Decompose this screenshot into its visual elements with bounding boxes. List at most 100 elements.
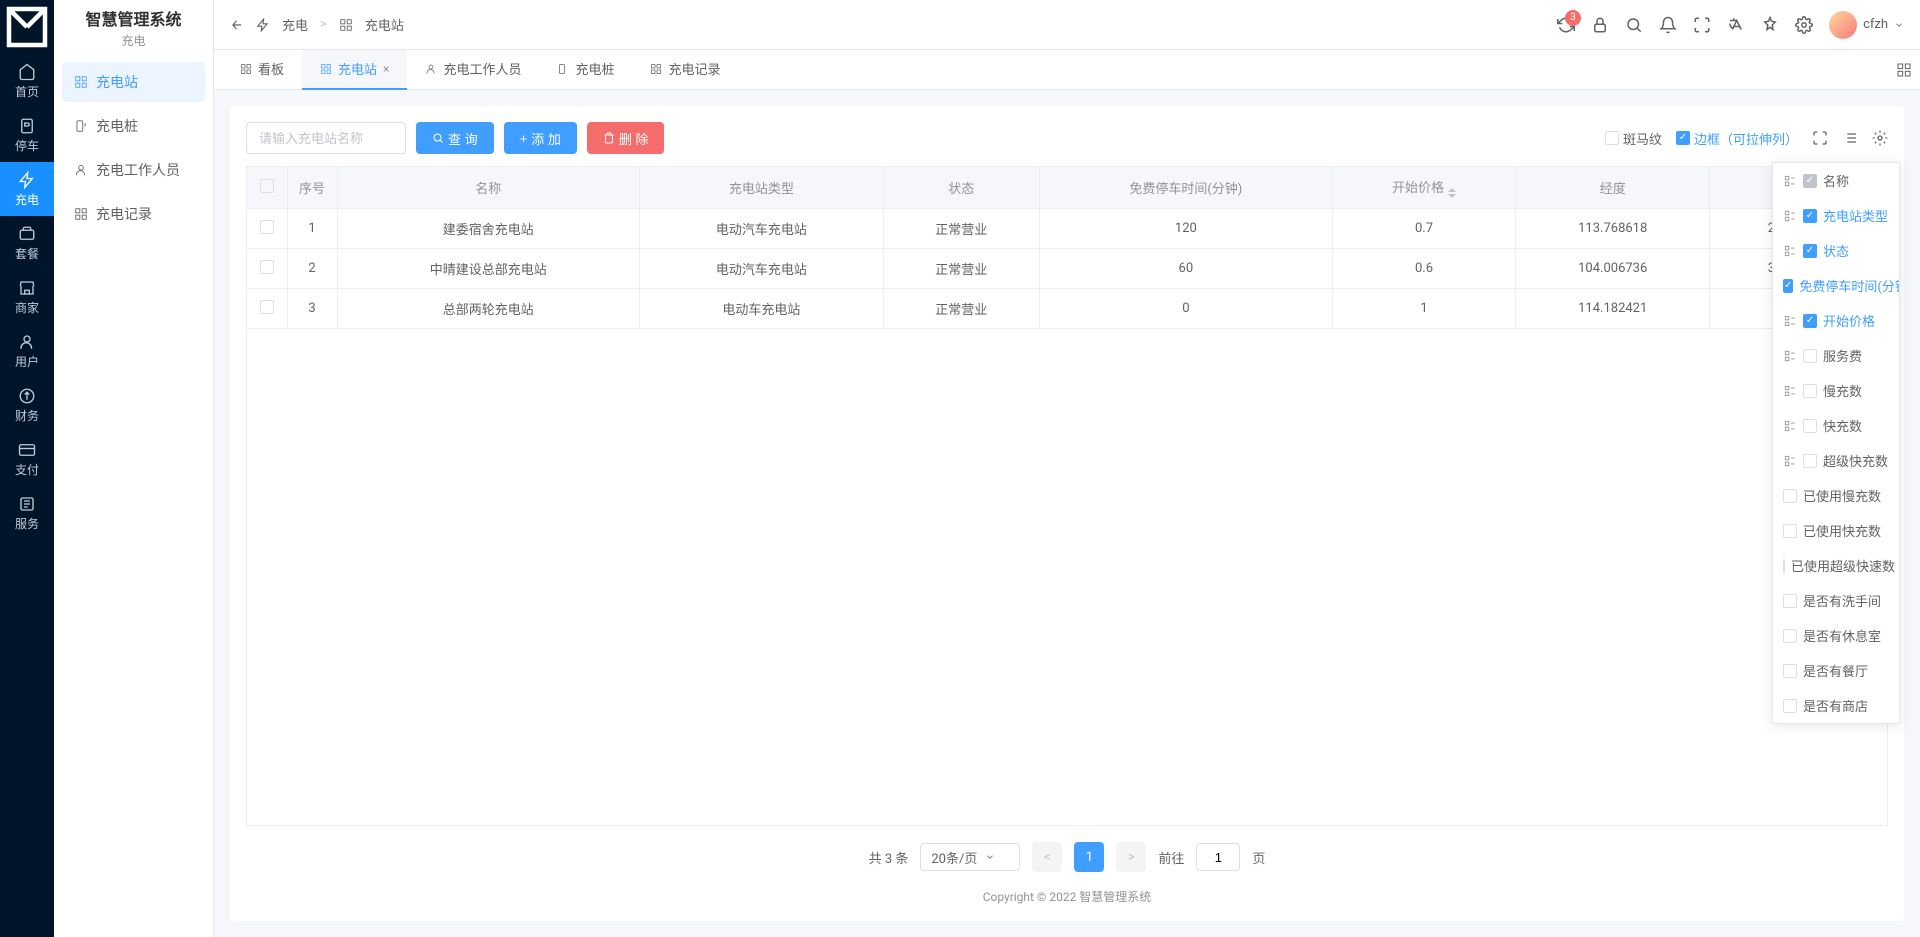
column-toggle-row[interactable]: 是否有商店 [1773,688,1899,723]
sidebar-item-2[interactable]: 充电工作人员 [62,150,205,190]
cell: 120 [1039,209,1332,249]
tab-close-icon[interactable]: × [383,62,389,76]
column-checkbox[interactable] [1783,699,1797,713]
drag-icon[interactable] [1783,209,1797,223]
row-checkbox[interactable] [260,260,274,274]
user-menu[interactable]: cfzh [1829,11,1904,39]
query-button[interactable]: 查 询 [416,122,494,154]
column-checkbox[interactable] [1803,314,1817,328]
delete-button[interactable]: 删 除 [587,122,665,154]
settings-icon[interactable] [1795,16,1813,34]
language-icon[interactable] [1727,16,1745,34]
row-checkbox[interactable] [260,300,274,314]
drag-icon[interactable] [1783,419,1797,433]
add-button[interactable]: +添 加 [504,122,577,154]
column-toggle-row[interactable]: 是否有休息室 [1773,618,1899,653]
lock-icon[interactable] [1591,16,1609,34]
theme-icon[interactable] [1761,16,1779,34]
column-toggle-row[interactable]: 名称 [1773,163,1899,198]
column-toggle-row[interactable]: 状态 [1773,233,1899,268]
breadcrumb-root[interactable]: 充电 [282,15,308,34]
page-prev[interactable]: < [1032,842,1062,872]
nav-home[interactable]: 首页 [0,54,54,108]
tab-3[interactable]: 充电桩 [539,50,632,90]
column-toggle-row[interactable]: 慢充数 [1773,373,1899,408]
drag-icon[interactable] [1783,174,1797,188]
column-toggle-row[interactable]: 快充数 [1773,408,1899,443]
column-toggle-row[interactable]: 是否有餐厅 [1773,653,1899,688]
column-toggle-row[interactable]: 免费停车时间(分钟) [1773,268,1899,303]
column-toggle-row[interactable]: 超级快充数 [1773,443,1899,478]
nav-pay[interactable]: 支付 [0,432,54,486]
page-next[interactable]: > [1116,842,1146,872]
column-checkbox[interactable] [1803,419,1817,433]
sidebar-item-1[interactable]: 充电桩 [62,106,205,146]
cell: 正常营业 [883,289,1039,329]
col-header-6[interactable]: 开始价格 [1333,167,1516,209]
goto-input[interactable] [1196,843,1240,871]
sidebar-item-0[interactable]: 充电站 [62,62,205,102]
column-checkbox[interactable] [1803,349,1817,363]
cell: 0.6 [1333,249,1516,289]
column-checkbox[interactable] [1803,244,1817,258]
row-checkbox[interactable] [260,220,274,234]
column-checkbox[interactable] [1783,664,1797,678]
collapse-icon[interactable] [230,18,244,32]
nav-charge[interactable]: 充电 [0,162,54,216]
sub-sidebar: 智慧管理系统 充电 充电站充电桩充电工作人员充电记录 [54,0,214,937]
nav-finance[interactable]: 财务 [0,378,54,432]
table-row: 1建委宿舍充电站电动汽车充电站正常营业1200.7113.76861823.02… [247,209,1887,249]
column-toggle-row[interactable]: 充电站类型 [1773,198,1899,233]
drag-icon[interactable] [1783,314,1797,328]
fullscreen-icon[interactable] [1693,16,1711,34]
tabs-grid-icon[interactable] [1896,62,1912,78]
tab-0[interactable]: 看板 [222,50,302,90]
nav-park[interactable]: 停车 [0,108,54,162]
drag-icon[interactable] [1783,349,1797,363]
sidebar-item-3[interactable]: 充电记录 [62,194,205,234]
column-toggle-row[interactable]: 已使用超级快速数 [1773,548,1899,583]
tab-4[interactable]: 充电记录 [632,50,738,90]
gear-icon[interactable] [1872,130,1888,146]
nav-merchant[interactable]: 商家 [0,270,54,324]
column-checkbox[interactable] [1803,454,1817,468]
drag-icon[interactable] [1783,244,1797,258]
zebra-checkbox[interactable]: 斑马纹 [1605,129,1662,148]
column-checkbox[interactable] [1783,279,1793,293]
tab-2[interactable]: 充电工作人员 [407,50,539,90]
drag-icon[interactable] [1783,454,1797,468]
column-toggle-row[interactable]: 已使用慢充数 [1773,478,1899,513]
table-row: 3总部两轮充电站电动车充电站正常营业01114.18242130.49317 [247,289,1887,329]
nav-service[interactable]: 服务 [0,486,54,540]
search-icon[interactable] [1625,16,1643,34]
column-checkbox[interactable] [1783,594,1797,608]
list-settings-icon[interactable] [1842,130,1858,146]
column-checkbox[interactable] [1783,489,1797,503]
bell-icon[interactable] [1659,16,1677,34]
column-checkbox[interactable] [1783,524,1797,538]
column-toggle-row[interactable]: 服务费 [1773,338,1899,373]
column-checkbox[interactable] [1783,629,1797,643]
col-header-4: 状态 [883,167,1039,209]
page-size-select[interactable]: 20条/页 [920,843,1020,871]
cell: 60 [1039,249,1332,289]
drag-icon[interactable] [1783,384,1797,398]
column-toggle-row[interactable]: 开始价格 [1773,303,1899,338]
expand-icon[interactable] [1812,130,1828,146]
app-logo [0,0,54,54]
cell: 正常营业 [883,209,1039,249]
select-all-checkbox[interactable] [260,179,274,193]
nav-user[interactable]: 用户 [0,324,54,378]
column-toggle-row[interactable]: 是否有洗手间 [1773,583,1899,618]
page-number[interactable]: 1 [1074,842,1104,872]
column-toggle-row[interactable]: 已使用快充数 [1773,513,1899,548]
border-checkbox[interactable]: 边框（可拉伸列） [1676,129,1798,148]
refresh-icon[interactable]: 3 [1557,16,1575,34]
column-checkbox[interactable] [1803,384,1817,398]
column-checkbox[interactable] [1803,209,1817,223]
column-checkbox[interactable] [1783,559,1785,573]
tab-1[interactable]: 充电站× [302,50,407,90]
search-input[interactable] [246,122,406,154]
column-checkbox[interactable] [1803,174,1817,188]
nav-combo[interactable]: 套餐 [0,216,54,270]
